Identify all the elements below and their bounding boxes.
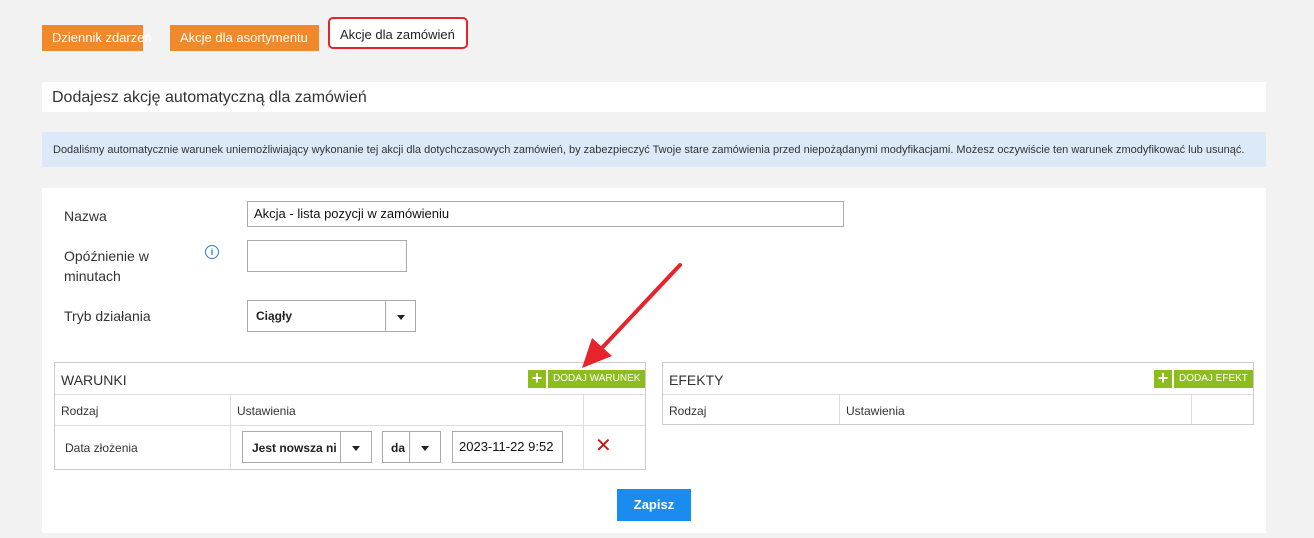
- divider: [1191, 394, 1192, 424]
- divider: [839, 394, 840, 424]
- tab-order-actions[interactable]: Akcje dla zamówień: [328, 17, 468, 49]
- delay-label-line2: minutach: [64, 268, 121, 284]
- divider: [663, 394, 1253, 395]
- page-header: Dodajesz akcję automatyczną dla zamówień: [42, 82, 1266, 112]
- tab-assortment-actions[interactable]: Akcje dla asortymentu: [170, 25, 319, 51]
- delay-input[interactable]: [247, 240, 407, 272]
- col-type-header: Rodzaj: [61, 404, 99, 418]
- divider: [55, 425, 645, 426]
- info-text: Dodaliśmy automatycznie warunek uniemożl…: [53, 144, 1245, 156]
- divider: [55, 394, 645, 395]
- condition-unit-select[interactable]: da: [382, 431, 441, 463]
- add-condition-label: DODAJ WARUNEK: [548, 370, 646, 388]
- condition-type-cell: Data złożenia: [65, 441, 138, 455]
- col-settings-header: Ustawienia: [237, 404, 296, 418]
- delete-condition-icon[interactable]: ✕: [595, 436, 612, 456]
- delay-label-line1: Opóźnienie w: [64, 248, 149, 264]
- plus-icon: +: [1154, 369, 1172, 388]
- col-type-header: Rodzaj: [669, 404, 707, 418]
- name-input[interactable]: Akcja - lista pozycji w zamówieniu: [247, 201, 844, 227]
- tab-event-log[interactable]: Dziennik zdarzeń: [42, 25, 152, 51]
- add-effect-label: DODAJ EFEKT: [1174, 370, 1253, 388]
- condition-date-input[interactable]: 2023-11-22 9:52: [452, 431, 563, 463]
- chevron-down-icon: [352, 446, 360, 451]
- unit-value: da: [391, 441, 406, 455]
- chevron-down-icon: [421, 446, 429, 451]
- divider: [230, 394, 231, 469]
- mode-select[interactable]: Ciągły: [247, 300, 416, 332]
- select-divider: [340, 432, 341, 462]
- chevron-down-icon: [397, 315, 405, 320]
- page-title: Dodajesz akcję automatyczną dla zamówień: [52, 89, 367, 106]
- info-icon[interactable]: i: [205, 245, 219, 259]
- mode-label: Tryb działania: [64, 308, 151, 324]
- conditions-table: WARUNKI + DODAJ WARUNEK Rodzaj Ustawieni…: [54, 362, 646, 470]
- condition-operator-select[interactable]: Jest nowsza ni: [242, 431, 372, 463]
- effects-table: EFEKTY + DODAJ EFEKT Rodzaj Ustawienia: [662, 362, 1254, 425]
- select-divider: [409, 432, 410, 462]
- conditions-title: WARUNKI: [61, 372, 127, 388]
- effects-title: EFEKTY: [669, 372, 724, 388]
- action-form-panel: Nazwa Akcja - lista pozycji w zamówieniu…: [42, 188, 1266, 533]
- operator-value: Jest nowsza ni: [252, 441, 337, 455]
- divider: [583, 394, 584, 469]
- name-label: Nazwa: [64, 208, 107, 224]
- info-banner: Dodaliśmy automatycznie warunek uniemożl…: [42, 132, 1266, 167]
- plus-icon: +: [528, 369, 546, 388]
- select-divider: [385, 301, 386, 331]
- mode-select-value: Ciągły: [256, 309, 293, 323]
- col-settings-header: Ustawienia: [846, 404, 905, 418]
- save-button[interactable]: Zapisz: [617, 489, 691, 521]
